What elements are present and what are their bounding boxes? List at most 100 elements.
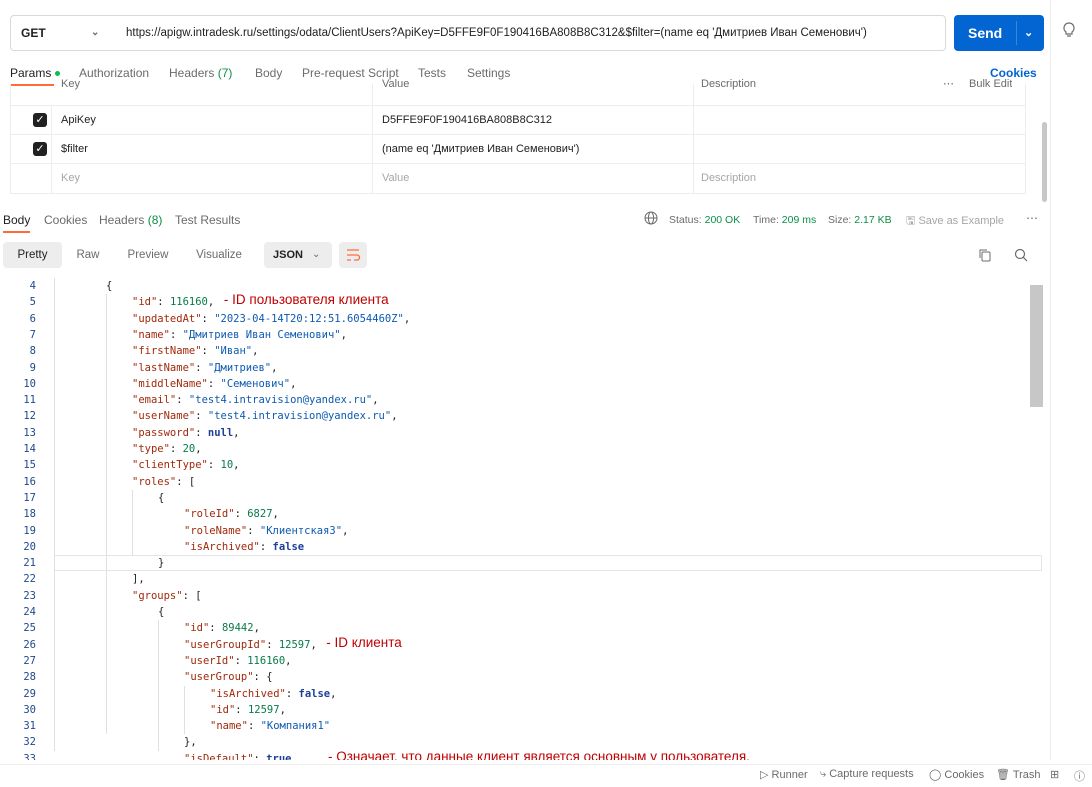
response-scrollbar[interactable] <box>1030 285 1043 407</box>
line-number: 22 <box>23 573 36 586</box>
code-line: 28 "userGroup": { <box>0 669 1044 685</box>
code-text: "isArchived": false, <box>210 686 336 702</box>
view-preview[interactable]: Preview <box>120 242 176 268</box>
response-tab-body[interactable]: Body <box>3 213 30 227</box>
response-body-viewer[interactable]: 4{5 "id": 116160, - ID пользователя клиент… <box>0 276 1044 760</box>
trash-button[interactable]: 🗑 Trash <box>996 768 1041 781</box>
status-value: 200 OK <box>704 214 741 226</box>
line-number: 25 <box>23 622 36 635</box>
header-key: Key <box>61 78 80 90</box>
time-display[interactable]: Time: 209 ms <box>753 214 816 226</box>
line-number: 14 <box>23 443 36 455</box>
view-pretty[interactable]: Pretty <box>3 242 62 268</box>
more-options-icon[interactable]: ⋯ <box>943 78 954 94</box>
code-token: "userName" <box>132 410 196 423</box>
code-token: : <box>201 312 215 325</box>
globe-icon[interactable] <box>644 211 658 225</box>
line-number: 20 <box>23 540 36 553</box>
send-options-chevron-icon[interactable]: ⌄ <box>1024 15 1033 51</box>
code-token: , <box>330 687 337 700</box>
cookies-button[interactable]: ◯ Cookies <box>929 768 984 781</box>
code-token: "password" <box>132 426 196 439</box>
code-line: 7 "name": "Дмитриев Иван Семенович", <box>0 327 1044 343</box>
code-text: "type": 20, <box>132 441 202 457</box>
bulk-edit-button[interactable]: Bulk Edit <box>969 78 1012 94</box>
view-visualize[interactable]: Visualize <box>188 242 250 268</box>
code-token: "userGroup" <box>184 671 254 684</box>
param-row: ✓ $filter (name eq 'Дмитриев Иван Семено… <box>11 134 1025 164</box>
code-text: { <box>158 490 164 506</box>
code-line: 8 "firstName": "Иван", <box>0 343 1044 359</box>
save-as-example-button[interactable]: 🖫 Save as Example <box>906 212 1004 231</box>
code-token: 10 <box>220 459 234 472</box>
layout-icon[interactable]: ⊞ <box>1050 768 1059 781</box>
code-token: "Компания1" <box>260 720 331 733</box>
size-display[interactable]: Size: 2.17 KB <box>828 214 892 226</box>
help-icon[interactable]: ⓘ <box>1074 768 1085 784</box>
code-token: , <box>290 377 297 390</box>
annotation-note: - ID клиента <box>326 634 402 650</box>
request-scrollbar[interactable] <box>1042 122 1047 202</box>
send-label: Send <box>968 25 1003 41</box>
runner-button[interactable]: ▷ Runner <box>760 768 808 781</box>
code-token: , <box>291 752 298 760</box>
send-button[interactable]: Send ⌄ <box>954 15 1044 51</box>
code-token: "id" <box>184 622 210 635</box>
search-icon[interactable] <box>1014 248 1028 262</box>
param-value[interactable]: D5FFE9F0F190416BA808B8C312 <box>382 106 552 135</box>
code-line: 23 "groups": [ <box>0 588 1044 604</box>
runner-icon: ▷ <box>760 769 769 781</box>
code-token: "updatedAt" <box>132 312 202 325</box>
capture-requests-button[interactable]: ⤷ Capture requests <box>820 768 914 781</box>
response-tab-headers[interactable]: Headers (8) <box>99 213 162 227</box>
code-token: , <box>252 345 259 358</box>
code-text: "roles": [ <box>132 474 195 490</box>
code-token: { <box>158 491 165 504</box>
wrap-lines-button[interactable] <box>339 242 367 268</box>
new-param-description-input[interactable]: Description <box>701 164 756 193</box>
line-number: 29 <box>23 687 36 700</box>
code-token: , <box>340 328 347 341</box>
code-token: "lastName" <box>132 361 196 374</box>
save-as-example-label: Save as Example <box>918 215 1005 227</box>
response-tab-test-results[interactable]: Test Results <box>175 213 240 227</box>
chevron-down-icon: ⌄ <box>91 27 100 38</box>
param-key[interactable]: $filter <box>61 135 88 164</box>
code-token: }, <box>184 736 197 749</box>
code-token: "Дмитриев Иван Семенович" <box>182 328 341 341</box>
url-input[interactable]: https://apigw.intradesk.ru/settings/odat… <box>126 16 867 50</box>
copy-icon[interactable] <box>978 248 992 262</box>
param-key[interactable]: ApiKey <box>61 106 96 135</box>
lightbulb-icon[interactable] <box>1062 22 1076 43</box>
code-token: , <box>279 703 286 716</box>
line-number: 4 <box>29 280 36 292</box>
param-checkbox[interactable]: ✓ <box>33 142 47 156</box>
code-token: "roles" <box>132 475 177 488</box>
method-select[interactable]: GET ⌄ <box>11 16 111 50</box>
code-line: 15 "clientType": 10, <box>0 457 1044 473</box>
param-value[interactable]: (name eq 'Дмитриев Иван Семенович') <box>382 135 579 164</box>
status-display[interactable]: Status: 200 OK <box>669 214 740 226</box>
code-token: "roleName" <box>184 524 248 537</box>
new-param-key-input[interactable]: Key <box>61 164 80 193</box>
code-token: false <box>272 540 305 553</box>
code-token: 20 <box>182 443 196 455</box>
line-number: 13 <box>23 426 36 439</box>
size-value: 2.17 KB <box>854 214 892 226</box>
view-raw[interactable]: Raw <box>66 242 110 268</box>
response-tab-headers-label: Headers <box>99 213 145 227</box>
capture-icon: ⤷ <box>820 768 827 780</box>
code-token: , <box>310 638 317 651</box>
code-text: "lastName": "Дмитриев", <box>132 360 277 376</box>
response-more-icon[interactable]: ⋯ <box>1026 211 1038 225</box>
line-number: 24 <box>23 606 36 618</box>
response-tab-cookies[interactable]: Cookies <box>44 213 87 227</box>
param-checkbox[interactable]: ✓ <box>33 113 47 127</box>
code-token: , <box>271 361 278 374</box>
code-line: 21} <box>0 555 1044 571</box>
new-param-value-input[interactable]: Value <box>382 164 409 193</box>
code-token: ], <box>132 573 145 586</box>
code-token: 116160 <box>169 296 208 309</box>
code-line: 9 "lastName": "Дмитриев", <box>0 360 1044 376</box>
format-select[interactable]: JSON ⌄ <box>264 242 332 268</box>
